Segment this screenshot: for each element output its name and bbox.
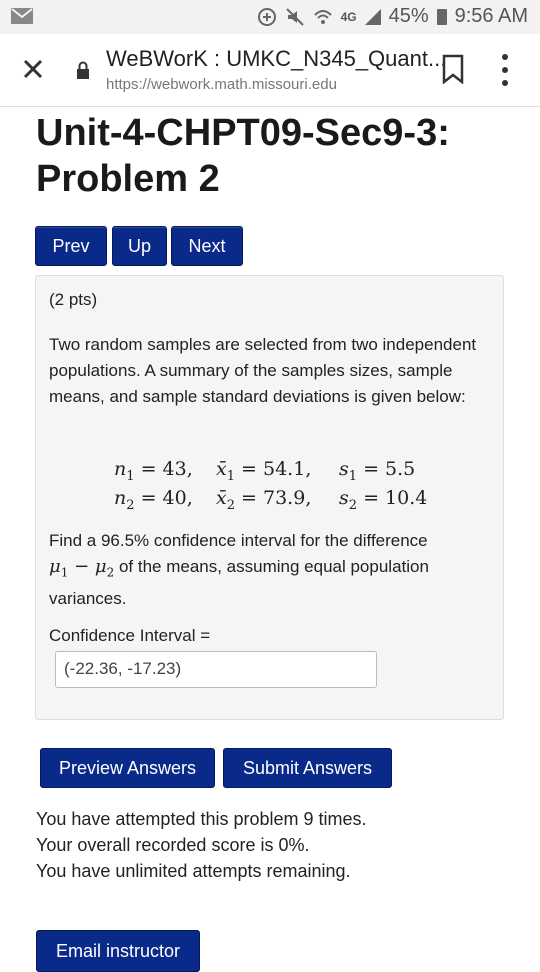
attempt-info: You have attempted this problem 9 times.… bbox=[36, 806, 367, 884]
browser-toolbar: WeBWorK : UMKC_N345_Quant... https://web… bbox=[0, 34, 540, 107]
s2-value: 10.4 bbox=[385, 487, 428, 509]
bookmark-icon[interactable] bbox=[440, 54, 466, 84]
problem-statement: Two random samples are selected from two… bbox=[49, 335, 477, 406]
prev-button[interactable]: Prev bbox=[35, 226, 107, 266]
page-title: Unit-4-CHPT09-Sec9-3: Problem 2 bbox=[36, 112, 450, 200]
mute-icon bbox=[285, 7, 304, 26]
browser-page-title[interactable]: WeBWorK : UMKC_N345_Quant... bbox=[106, 46, 446, 72]
xbar1-value: 54.1 bbox=[263, 458, 306, 480]
s1-value: 5.5 bbox=[385, 458, 416, 480]
battery-percent: 45% bbox=[388, 5, 429, 27]
overflow-menu-icon[interactable] bbox=[498, 54, 512, 86]
close-tab-button[interactable] bbox=[18, 54, 48, 84]
clock-time: 9:56 AM bbox=[454, 5, 528, 27]
email-instructor-button[interactable]: Email instructor bbox=[36, 930, 200, 972]
preview-answers-button[interactable]: Preview Answers bbox=[40, 748, 215, 788]
wifi-icon bbox=[313, 9, 332, 24]
lock-icon bbox=[77, 61, 89, 79]
up-button[interactable]: Up bbox=[112, 226, 167, 266]
url-display[interactable]: https://webwork.math.missouri.edu bbox=[106, 76, 337, 93]
n1-value: 43 bbox=[162, 458, 187, 480]
score-text: Your overall recorded score is 0%. bbox=[36, 835, 310, 855]
signal-icon bbox=[364, 8, 381, 25]
network-type-label: 4G bbox=[340, 9, 357, 24]
confidence-interval-label: Confidence Interval = bbox=[49, 626, 211, 645]
attempt-count-text: You have attempted this problem 9 times. bbox=[36, 809, 367, 829]
attempts-remaining-text: You have unlimited attempts remaining. bbox=[36, 861, 351, 881]
points-label: (2 pts) bbox=[49, 290, 98, 309]
confidence-interval-input[interactable]: (-22.36, -17.23) bbox=[55, 651, 377, 688]
next-button[interactable]: Next bbox=[171, 226, 243, 266]
submit-answers-button[interactable]: Submit Answers bbox=[223, 748, 392, 788]
question-text: Find a 96.5% confidence interval for the… bbox=[49, 528, 489, 612]
status-bar: 4G 45% 9:56 AM bbox=[0, 0, 540, 34]
problem-panel: (2 pts) Two random samples are selected … bbox=[35, 275, 504, 720]
gmail-icon bbox=[11, 8, 33, 24]
n2-value: 40 bbox=[162, 487, 187, 509]
xbar2-value: 73.9 bbox=[263, 487, 306, 509]
status-icons: 4G 45% 9:56 AM bbox=[257, 5, 528, 28]
data-saver-icon bbox=[257, 7, 276, 26]
mu-difference-math: μ1 − μ2 bbox=[49, 556, 115, 580]
question-text-start: Find a 96.5% confidence interval for the… bbox=[49, 531, 428, 550]
close-icon bbox=[23, 59, 43, 79]
battery-icon bbox=[436, 8, 447, 25]
